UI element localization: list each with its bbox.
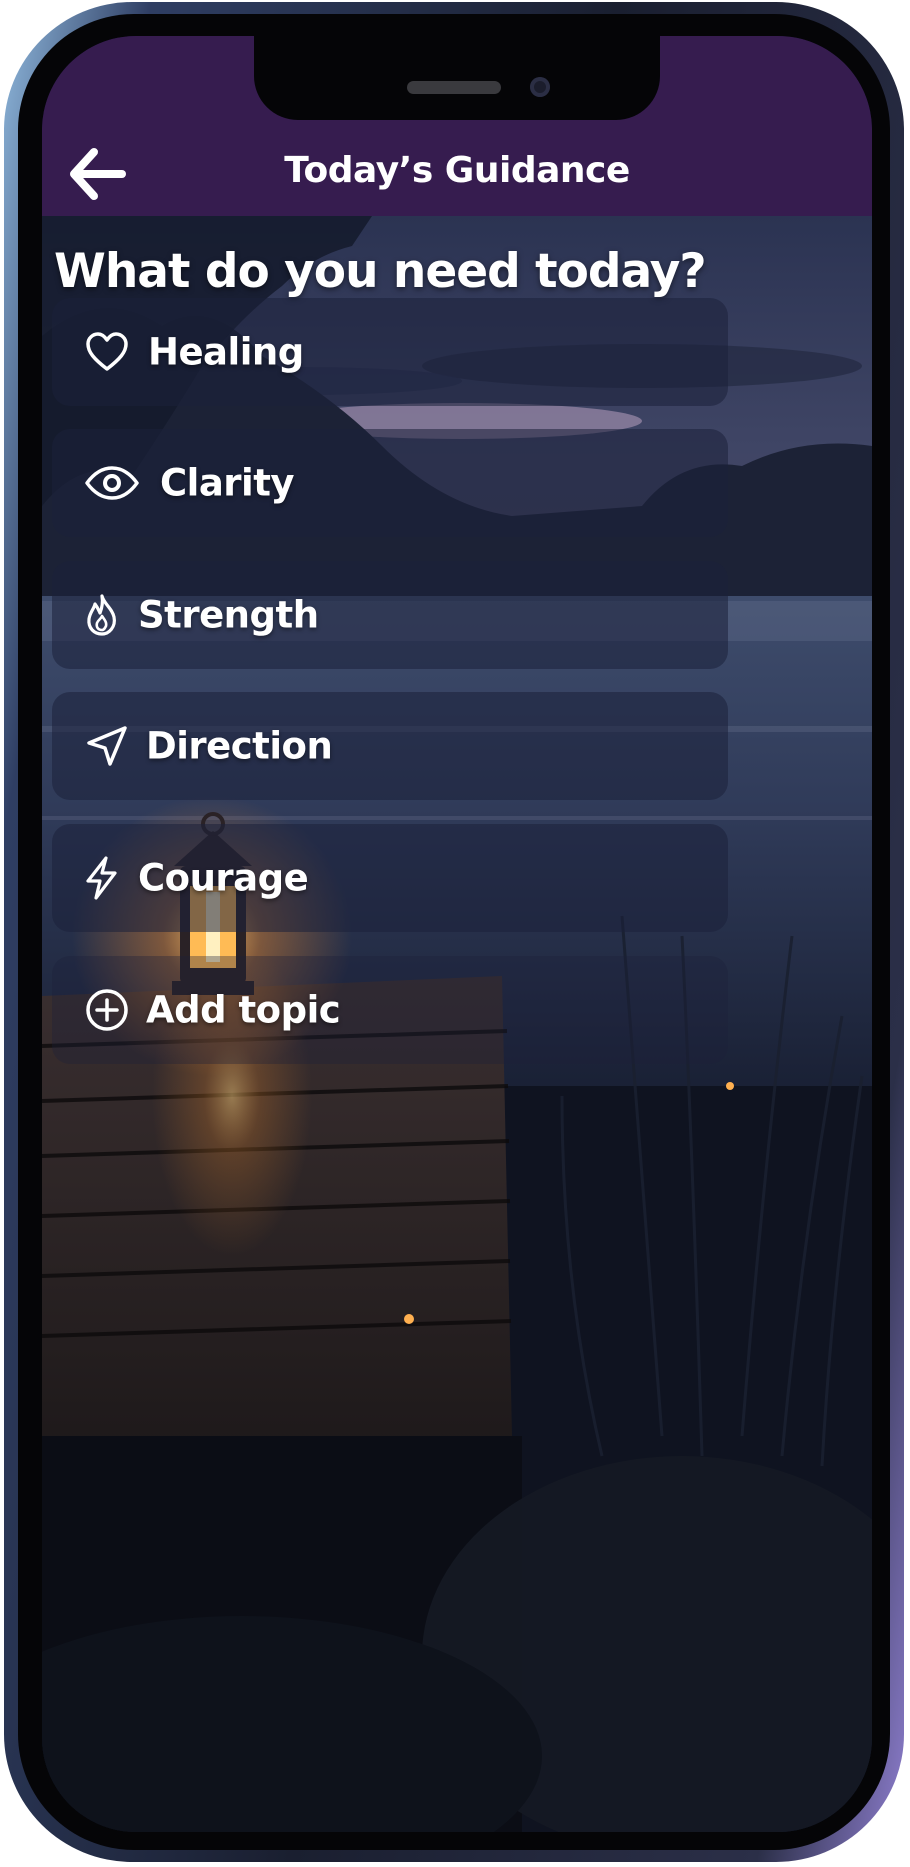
navigation-arrow-icon [84, 723, 130, 769]
add-topic-label: Add topic [146, 988, 341, 1032]
topic-label: Direction [146, 724, 333, 768]
topic-label: Strength [138, 593, 319, 637]
plus-circle-icon [84, 987, 130, 1033]
lightning-bolt-icon [82, 855, 120, 901]
topic-label: Courage [138, 856, 309, 900]
topic-clarity[interactable]: Clarity [52, 429, 728, 537]
topic-healing[interactable]: Healing [52, 298, 728, 406]
screen: Today’s Guidance What do you need today?… [42, 36, 872, 1832]
heart-icon [84, 329, 130, 375]
flame-icon [82, 592, 122, 638]
topic-strength[interactable]: Strength [52, 561, 728, 669]
topic-list: Healing Clarity Strength Direction Coura… [42, 36, 872, 1832]
add-topic-button[interactable]: Add topic [52, 956, 728, 1064]
topic-courage[interactable]: Courage [52, 824, 728, 932]
phone-frame: Today’s Guidance What do you need today?… [4, 2, 904, 1862]
topic-label: Clarity [160, 461, 295, 505]
topic-direction[interactable]: Direction [52, 692, 728, 800]
eye-icon [84, 460, 140, 506]
topic-label: Healing [148, 330, 304, 374]
